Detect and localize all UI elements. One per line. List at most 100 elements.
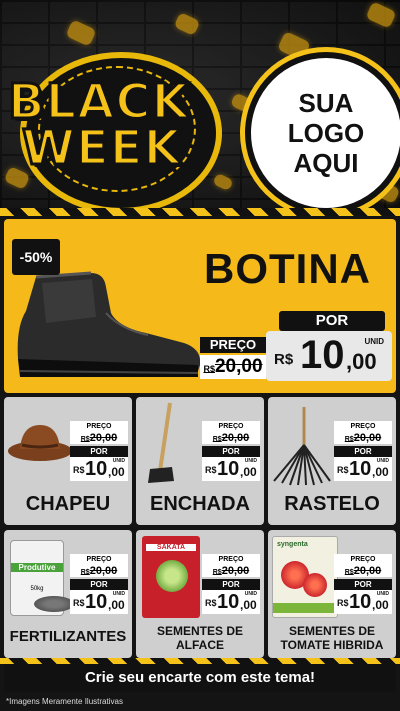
old-value: 20,00 [89,565,118,577]
old-currency: R$ [344,436,354,443]
old-value: 20,00 [221,432,250,444]
tomate-seed-pack-image: syngenta [272,536,338,618]
hoe-image [148,402,174,483]
fertilizer-weight: 50kg [30,586,44,592]
product-name: CHAPEU [25,493,111,515]
old-value: 20,00 [353,432,382,444]
old-currency: R$ [80,569,90,576]
old-price: R$20,00 [202,432,260,444]
product-name: SEMENTES DE ALFACE [156,624,243,652]
unid-label: UNID [244,591,257,597]
old-value: 20,00 [353,565,382,577]
new-price: R$ 10,00 UNID [70,590,128,614]
preco-label: PREÇO [202,554,260,565]
product-card[interactable]: SAKATA PREÇO R$20,00 POR R$ 10,00 UNID SEM… [136,530,264,658]
featured-product-card[interactable]: BOTINA POR PREÇO R$20,00 R$ 10 ,00 UNID [4,219,396,393]
product-card[interactable]: PREÇO R$20,00 POR R$ 10,00 UNID ENCHADA [136,397,264,525]
pack-stripe [273,603,337,613]
lettuce-icon [156,560,188,592]
price-box: PREÇO R$20,00 POR R$ 10,00 UNID [70,554,128,614]
black-week-line2: WEEK [21,120,183,176]
new-int: 10 [85,591,108,613]
unid-label: UNID [112,458,125,464]
new-int: 10 [85,458,108,480]
por-label: POR [334,446,392,457]
product-card[interactable]: PREÇO R$20,00 POR R$ 10,00 UNID RASTELO [268,397,396,525]
black-week-line1: BLACK [7,74,191,130]
preco-label: PREÇO [70,554,128,565]
logo-line: AQUI [293,148,359,178]
por-label: POR [334,579,392,590]
preco-label: PREÇO [202,421,260,432]
product-card[interactable]: Produtive 50kg PREÇO R$20,00 POR R$ 10,00… [4,530,132,658]
product-name: FERTILIZANTES [9,628,127,645]
featured-new-price: R$ 10 ,00 UNID [266,331,392,381]
new-price: R$ 10,00 UNID [202,457,260,481]
old-price: R$20,00 [70,565,128,577]
new-cents: ,00 [372,465,389,479]
unid-label: UNID [112,591,125,597]
tomato-icon [303,573,327,597]
tomate-brand: syngenta [277,541,308,548]
logo-line: SUA [298,88,354,118]
product-name: RASTELO [284,493,380,515]
new-currency: R$ [73,465,85,475]
new-price: R$ 10,00 UNID [334,457,392,481]
product-card[interactable]: PREÇO R$20,00 POR R$ 10,00 UNID CHAPEU [4,397,132,525]
por-label: POR [202,579,260,590]
hazard-stripes-top [0,208,400,216]
new-int: 10 [349,591,372,613]
old-currency: R$ [212,569,222,576]
price-box: PREÇO R$20,00 POR R$ 10,00 UNID [70,421,128,481]
new-cents: ,00 [108,465,125,479]
featured-old-value: 20,00 [214,356,263,377]
product-name: ENCHADA [150,493,250,515]
unid-label: UNID [244,458,257,464]
old-price: R$20,00 [202,565,260,577]
featured-unid: UNID [364,337,384,346]
new-currency: R$ [205,598,217,608]
featured-new-cents: ,00 [346,349,377,374]
fertilizer-pellets [34,596,74,612]
featured-title: BOTINA [204,245,371,292]
new-currency: R$ [205,465,217,475]
old-value: 20,00 [221,565,250,577]
featured-preco-label: PREÇO [200,337,266,353]
price-box: PREÇO R$20,00 POR R$ 10,00 UNID [202,421,260,481]
price-box: PREÇO R$ 20,00 POR R$ 10,00 UNID [334,554,392,614]
featured-new-currency: R$ [274,351,294,368]
preco-label: PREÇO [334,554,392,565]
new-int: 10 [217,458,240,480]
featured-por-label: POR [279,311,385,331]
preco-label: PREÇO [334,421,392,432]
new-currency: R$ [73,598,85,608]
new-int: 10 [217,591,240,613]
unid-label: UNID [376,458,389,464]
old-value: 20,00 [89,432,118,444]
featured-old-currency: R$ [203,364,215,374]
price-box: PREÇO R$20,00 POR R$ 10,00 UNID [334,421,392,481]
new-price: R$ 10,00 UNID [202,590,260,614]
logo-line: LOGO [287,118,365,148]
old-price: R$20,00 [334,432,392,444]
cta-banner[interactable]: Crie seu encarte com este tema! [4,664,396,692]
old-price: R$20,00 [70,432,128,444]
new-cents: ,00 [240,598,257,612]
new-int: 10 [349,458,372,480]
brick-wall-background: BLACK WEEK SUA LOGO AQUI [0,0,400,215]
new-price: R$ 10,00 UNID [334,590,392,614]
por-label: POR [70,579,128,590]
product-card[interactable]: syngenta PREÇO R$ 20,00 POR R$ 10,00 UNID S… [268,530,396,658]
unid-label: UNID [376,591,389,597]
alface-seed-pack-image: SAKATA [142,536,200,618]
logo-placeholder: SUA LOGO AQUI [245,52,400,214]
por-label: POR [202,446,260,457]
discount-badge: -50% [12,239,60,275]
product-name: SEMENTES DE TOMATE HIBRIDA [280,624,384,652]
preco-label: PREÇO [70,421,128,432]
rake-image [273,407,331,486]
alface-brand: SAKATA [146,544,196,551]
hat-image [8,425,72,461]
fertilizer-brand: Produtive [11,563,63,572]
new-currency: R$ [337,598,349,608]
